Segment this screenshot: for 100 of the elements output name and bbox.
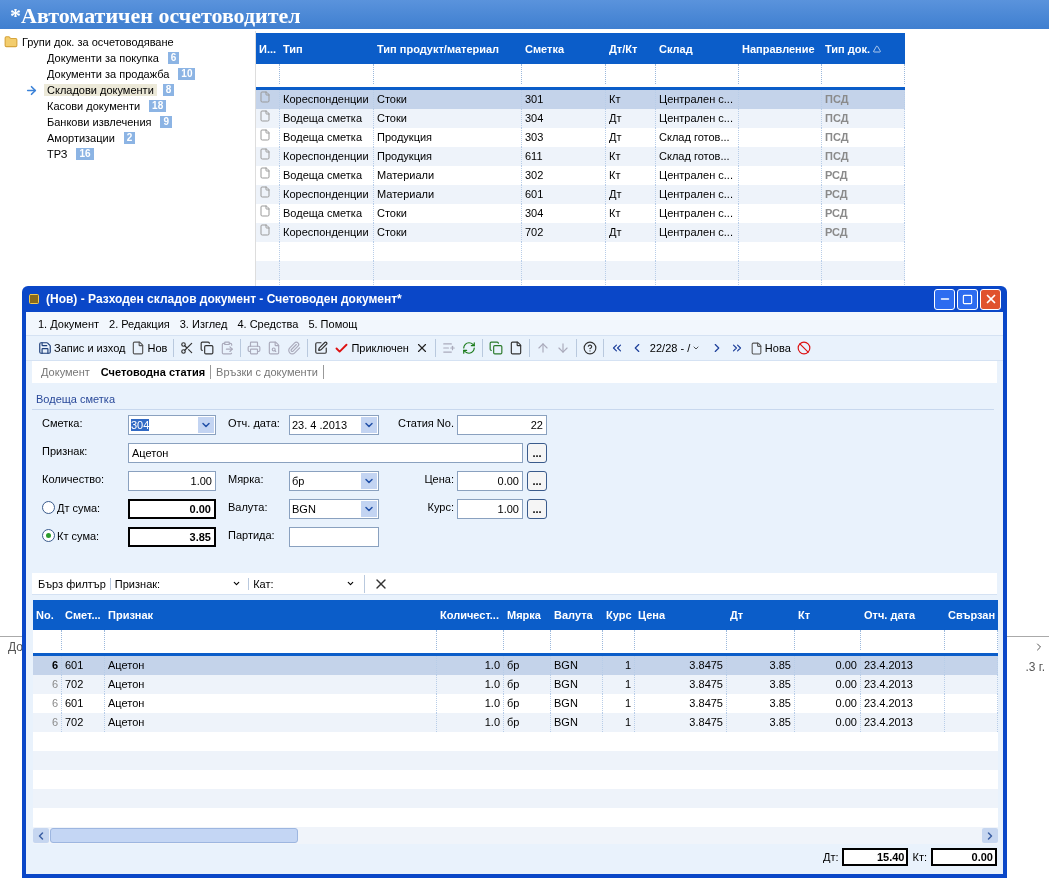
tree-item[interactable]: Банкови извлечения — [44, 116, 155, 128]
tab[interactable]: Документ — [36, 365, 96, 379]
column-header[interactable]: Тип док. — [822, 33, 905, 64]
table-cell: ПСД — [822, 128, 905, 147]
table-cell: ПСД — [822, 90, 905, 109]
table-cell: 3.8475 — [635, 675, 727, 694]
column-header[interactable]: Направление — [739, 33, 822, 64]
count-badge: 2 — [123, 132, 136, 144]
tab[interactable]: Връзки с документи — [211, 365, 324, 379]
field-label: Признак: — [42, 444, 88, 457]
menu-item[interactable]: 1. Документ — [38, 317, 100, 330]
input-field[interactable]: 22 — [457, 415, 547, 435]
document-icon — [259, 91, 271, 103]
input-field[interactable]: Ацетон — [128, 443, 523, 463]
filter-cell[interactable] — [33, 630, 62, 650]
record-selector[interactable]: 22/28 - / — [647, 339, 706, 357]
close-button[interactable] — [980, 288, 1001, 310]
column-header[interactable]: Свързан — [945, 600, 998, 630]
input-field[interactable]: 1.00 — [128, 471, 216, 491]
filter-cell[interactable] — [62, 630, 105, 650]
close-document-button[interactable]: Приключен — [332, 338, 411, 358]
filter-cell[interactable] — [504, 630, 551, 650]
tree-item[interactable]: Амортизации — [44, 132, 118, 144]
column-header[interactable]: Дт — [727, 600, 795, 630]
column-header[interactable]: Отч. дата — [861, 600, 945, 630]
table-cell: бр — [504, 656, 551, 675]
duplicate-icon — [488, 341, 503, 355]
menu-item[interactable]: 3. Изглед — [179, 317, 228, 330]
filter-cell[interactable] — [551, 630, 603, 650]
document-icon — [259, 110, 271, 122]
table-cell: Склад готов... — [656, 147, 739, 166]
account-combo[interactable]: 304 — [128, 415, 216, 435]
minimize-button[interactable] — [934, 288, 955, 310]
input-field[interactable]: 0.00 — [128, 499, 216, 519]
column-header[interactable]: Признак — [105, 600, 437, 630]
input-field[interactable]: 0.00 — [457, 471, 523, 491]
radio-button[interactable]: Кт сума: — [42, 527, 128, 542]
total-label: Дт: — [822, 851, 839, 863]
filter-cell[interactable] — [105, 630, 437, 650]
column-header[interactable]: Сметка — [522, 33, 606, 64]
filter-cell[interactable] — [795, 630, 861, 650]
column-header[interactable]: Цена — [635, 600, 727, 630]
input-field[interactable]: 3.85 — [128, 527, 216, 547]
table-cell: 3.85 — [727, 675, 795, 694]
table-cell: РСД — [822, 166, 905, 185]
table-cell: 0.00 — [795, 675, 861, 694]
document-icon — [259, 148, 271, 160]
input-field[interactable]: 1.00 — [457, 499, 523, 519]
tree-item[interactable]: ТРЗ — [44, 148, 71, 160]
filter-cell[interactable] — [603, 630, 635, 650]
horizontal-scrollbar[interactable] — [33, 827, 998, 844]
menu-item[interactable]: 2. Редакция — [109, 317, 170, 330]
field-label: Сметка: — [42, 416, 83, 429]
new-button[interactable]: Нов — [129, 338, 170, 358]
tree-item[interactable]: Документи за покупка — [44, 52, 162, 64]
table-cell: 6 — [33, 675, 62, 694]
radio-button[interactable]: Дт сума: — [42, 499, 128, 514]
filter-cell[interactable] — [945, 630, 998, 650]
column-header[interactable]: Курс — [603, 600, 635, 630]
filter-cell[interactable] — [861, 630, 945, 650]
save-button[interactable]: Запис и изход — [36, 338, 128, 358]
column-header[interactable]: Кт — [795, 600, 861, 630]
table-cell: 6 — [33, 694, 62, 713]
column-header[interactable]: Склад — [656, 33, 739, 64]
menu-item[interactable]: 5. Помощ — [308, 317, 358, 330]
column-header[interactable]: Дт/Кт — [606, 33, 656, 64]
tree-item[interactable]: Документи за продажба — [44, 68, 173, 80]
column-header[interactable]: Смет... — [62, 600, 105, 630]
table-cell: BGN — [551, 675, 603, 694]
filter-cell[interactable] — [727, 630, 795, 650]
column-header[interactable]: Тип — [280, 33, 374, 64]
tree-item[interactable]: Касови документи — [44, 100, 144, 112]
table-cell: ПСД — [822, 109, 905, 128]
column-header[interactable]: Количест... — [437, 600, 504, 630]
menu-item[interactable]: 4. Средства — [237, 317, 299, 330]
new-record-button[interactable]: Нова — [747, 338, 793, 358]
tree-item[interactable]: Складови документи — [44, 84, 157, 96]
browse-button[interactable]: ... — [527, 499, 547, 519]
maximize-button[interactable] — [957, 288, 978, 310]
filter-cell[interactable] — [635, 630, 727, 650]
table-cell: 1.0 — [437, 713, 504, 732]
currency-combo[interactable]: BGN — [289, 499, 379, 519]
column-header[interactable]: Мярка — [504, 600, 551, 630]
date-combo[interactable]: 23. 4 .2013 — [289, 415, 379, 435]
column-header[interactable]: Тип продукт/материал — [374, 33, 522, 64]
column-header[interactable]: Валута — [551, 600, 603, 630]
filter-cell[interactable] — [437, 630, 504, 650]
input-field[interactable] — [289, 527, 379, 547]
column-header[interactable]: No. — [33, 600, 62, 630]
column-header[interactable]: И... — [256, 33, 280, 64]
browse-button[interactable]: ... — [527, 471, 547, 491]
table-cell: BGN — [551, 694, 603, 713]
tab-label[interactable]: До — [8, 640, 23, 654]
browse-button[interactable]: ... — [527, 443, 547, 463]
tab[interactable]: Счетоводна статия — [95, 365, 212, 379]
unit-combo[interactable]: бр — [289, 471, 379, 491]
table-cell — [945, 675, 998, 694]
field-label: Партида: — [228, 528, 275, 541]
tree-root-label[interactable]: Групи док. за осчетоводяване — [22, 36, 174, 48]
table-cell: Централен с... — [656, 109, 739, 128]
